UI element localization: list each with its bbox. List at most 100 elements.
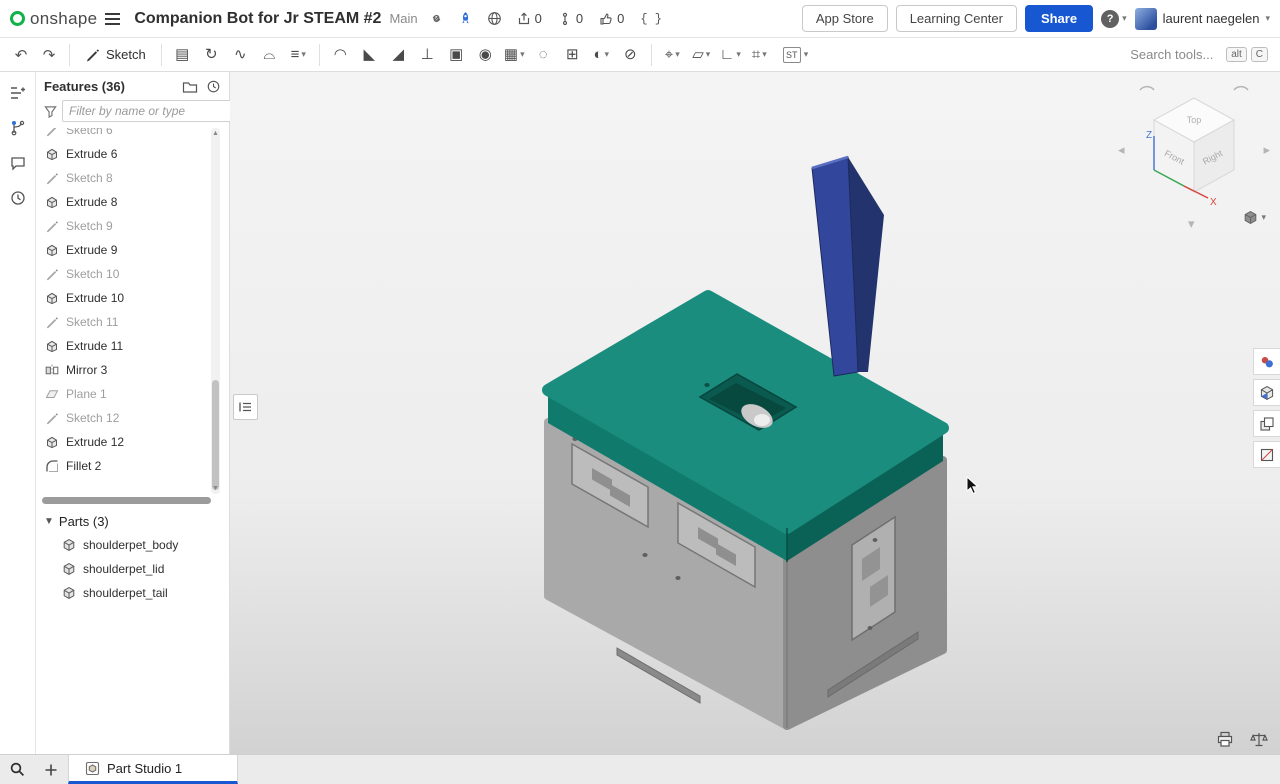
feature-list-view-toggle[interactable] <box>233 394 258 420</box>
feature-item-sketch-6[interactable]: Sketch 6 <box>36 128 229 142</box>
feature-item-extrude-6[interactable]: Extrude 6 <box>36 142 229 166</box>
part-item-shoulderpet_lid[interactable]: shoulderpet_lid <box>36 557 229 581</box>
feature-item-sketch-9[interactable]: Sketch 9 <box>36 214 229 238</box>
add-tab-button[interactable] <box>34 755 68 784</box>
mass-properties-icon[interactable] <box>1250 731 1268 748</box>
versions-stat[interactable]: 0 <box>554 11 587 26</box>
feature-item-fillet-2[interactable]: Fillet 2 <box>36 454 229 478</box>
globe-icon[interactable] <box>484 11 505 26</box>
display-states-button[interactable] <box>1253 410 1280 437</box>
rotate-ccw-arrow[interactable] <box>1138 80 1156 91</box>
user-menu[interactable]: laurent naegelen ▾ <box>1135 8 1270 30</box>
tool-search-input[interactable] <box>1130 47 1222 62</box>
tool-shell-button[interactable]: ▣ <box>443 42 470 68</box>
viewport-bottom-tools <box>1216 731 1268 748</box>
onshape-logo[interactable]: onshape <box>10 9 97 29</box>
feature-label: Sketch 10 <box>66 267 119 281</box>
feature-item-sketch-10[interactable]: Sketch 10 <box>36 262 229 286</box>
tool-boolean-button[interactable]: ◐▾ <box>588 42 615 68</box>
redo-button[interactable]: ↷ <box>36 42 62 68</box>
feature-item-plane-1[interactable]: Plane 1 <box>36 382 229 406</box>
link-icon[interactable] <box>426 11 447 26</box>
feature-item-sketch-12[interactable]: Sketch 12 <box>36 406 229 430</box>
tool-loft-button[interactable]: ⌓ <box>256 42 283 68</box>
tool-chamfer-button[interactable]: ◣ <box>356 42 383 68</box>
tool-sheet-metal-button[interactable]: ∟▾ <box>717 42 744 68</box>
tool-fillet-button[interactable]: ◠ <box>327 42 354 68</box>
create-folder-icon[interactable] <box>182 80 198 94</box>
rotate-right-arrow[interactable]: ▸ <box>1263 142 1270 158</box>
feature-item-extrude-12[interactable]: Extrude 12 <box>36 430 229 454</box>
st-mode-button[interactable]: ST ▾ <box>783 47 809 63</box>
tab-part-studio-1[interactable]: Part Studio 1 <box>68 755 238 784</box>
comment-icon <box>10 155 26 171</box>
tool-mirror-button[interactable]: ⊞ <box>559 42 586 68</box>
sketch-button[interactable]: Sketch <box>77 41 154 69</box>
parts-section-header[interactable]: ▼ Parts (3) <box>36 504 229 533</box>
comments-panel-button[interactable] <box>6 152 30 174</box>
versions-icon <box>558 12 572 26</box>
likes-stat[interactable]: 0 <box>595 11 628 26</box>
rocket-icon[interactable] <box>455 11 476 26</box>
chevron-down-icon: ▾ <box>762 49 767 60</box>
filter-icon <box>44 105 57 118</box>
feature-list-hscrollbar[interactable] <box>42 497 211 504</box>
undo-button[interactable]: ↶ <box>8 42 34 68</box>
feature-list-scrollbar[interactable]: ▲ ▼ <box>211 128 220 494</box>
featurescript-icon[interactable]: { } <box>636 12 666 26</box>
tool-thicken-button[interactable]: ≡▾ <box>285 42 312 68</box>
tool-transform-button[interactable]: ⌖▾ <box>659 42 686 68</box>
view-options-button[interactable]: ▾ <box>1243 210 1266 225</box>
versions-panel-button[interactable] <box>6 117 30 139</box>
tool-frame-button[interactable]: ⌗▾ <box>746 42 773 68</box>
tool-sweep-button[interactable]: ∿ <box>227 42 254 68</box>
tool-circular-pattern-button[interactable]: ◌ <box>530 42 557 68</box>
rotate-down-arrow[interactable]: ▾ <box>1188 216 1195 232</box>
hole-icon: ◉ <box>479 47 492 62</box>
feature-item-sketch-8[interactable]: Sketch 8 <box>36 166 229 190</box>
export-stat[interactable]: 0 <box>513 11 546 26</box>
feature-label: Mirror 3 <box>66 363 107 377</box>
feature-item-mirror-3[interactable]: Mirror 3 <box>36 358 229 382</box>
scrollbar-thumb[interactable] <box>212 380 219 490</box>
tool-hole-button[interactable]: ◉ <box>472 42 499 68</box>
tool-surface-button[interactable]: ▱▾ <box>688 42 715 68</box>
tool-extrude-button[interactable]: ▤ <box>169 42 196 68</box>
outline-panel-button[interactable] <box>6 82 30 104</box>
tab-manager-button[interactable] <box>0 755 34 784</box>
rotate-left-arrow[interactable]: ◂ <box>1118 142 1125 158</box>
rotate-cw-arrow[interactable] <box>1232 80 1250 91</box>
feature-item-sketch-11[interactable]: Sketch 11 <box>36 310 229 334</box>
section-view-button[interactable] <box>1253 441 1280 468</box>
history-panel-button[interactable] <box>6 187 30 209</box>
rollback-history-icon[interactable] <box>206 79 221 94</box>
viewport[interactable]: Top Front Right Z X ◂ ▸ ▾ ▾ <box>230 72 1280 754</box>
feature-item-extrude-11[interactable]: Extrude 11 <box>36 334 229 358</box>
feature-item-extrude-10[interactable]: Extrude 10 <box>36 286 229 310</box>
likes-count: 0 <box>617 11 624 26</box>
parts-visibility-button[interactable] <box>1253 379 1280 406</box>
tool-linear-pattern-button[interactable]: ▦▾ <box>501 42 528 68</box>
main-menu-button[interactable] <box>105 10 120 28</box>
view-cube-faces[interactable]: Top Front Right Z X <box>1142 92 1246 212</box>
feature-label: Sketch 8 <box>66 171 113 185</box>
list-detail-icon <box>238 400 253 414</box>
tool-rib-button[interactable]: ⊥ <box>414 42 441 68</box>
printer-icon[interactable] <box>1216 731 1234 748</box>
workspace-name[interactable]: Main <box>389 11 417 26</box>
part-item-shoulderpet_tail[interactable]: shoulderpet_tail <box>36 581 229 605</box>
help-button[interactable]: ? ▾ <box>1101 10 1127 28</box>
appearance-panel-button[interactable] <box>1253 348 1280 375</box>
feature-filter-input[interactable] <box>62 100 233 122</box>
feature-item-extrude-9[interactable]: Extrude 9 <box>36 238 229 262</box>
share-button[interactable]: Share <box>1025 5 1093 32</box>
tool-draft-button[interactable]: ◢ <box>385 42 412 68</box>
learning-center-button[interactable]: Learning Center <box>896 5 1017 32</box>
tool-revolve-button[interactable]: ↻ <box>198 42 225 68</box>
app-store-button[interactable]: App Store <box>802 5 888 32</box>
tool-delete-part-button[interactable]: ⊘ <box>617 42 644 68</box>
feature-item-extrude-8[interactable]: Extrude 8 <box>36 190 229 214</box>
scroll-down-arrow[interactable]: ▼ <box>211 485 220 492</box>
part-item-shoulderpet_body[interactable]: shoulderpet_body <box>36 533 229 557</box>
scroll-up-arrow[interactable]: ▲ <box>211 130 220 137</box>
